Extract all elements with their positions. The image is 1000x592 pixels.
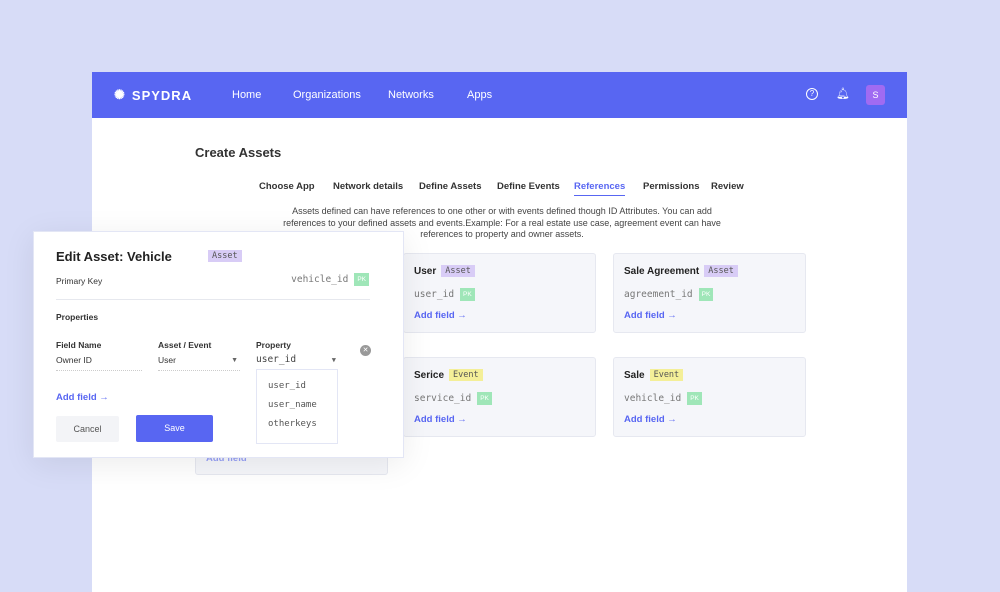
type-badge: Asset: [704, 265, 738, 277]
primary-key: service_id: [414, 393, 472, 404]
page-title: Create Assets: [195, 145, 282, 160]
option-user-name[interactable]: user_name: [257, 396, 337, 415]
edit-asset-modal: Edit Asset: Vehicle Asset Primary Key ve…: [33, 231, 404, 458]
nav-networks[interactable]: Networks: [388, 89, 434, 101]
add-field-link[interactable]: Add field →: [414, 414, 467, 425]
arrow-right-icon: →: [457, 310, 467, 321]
avatar[interactable]: S: [866, 85, 885, 105]
cancel-button[interactable]: Cancel: [56, 416, 119, 442]
card-sale-agreement: Sale Agreement Asset agreement_id PK Add f…: [613, 253, 806, 333]
add-field-link[interactable]: Add field →: [56, 392, 109, 403]
tab-choose-app[interactable]: Choose App: [259, 181, 315, 192]
caret-down-icon: ▼: [331, 356, 336, 364]
property-select[interactable]: user_id ▼: [256, 354, 338, 370]
card-name: Serice: [414, 369, 445, 381]
type-badge: Event: [449, 369, 483, 381]
primary-key: agreement_id: [624, 289, 693, 300]
logo[interactable]: ✺ SPYDRA: [114, 87, 192, 103]
primary-key: user_id: [414, 289, 455, 300]
card-serice: Serice Event service_id PK Add field →: [403, 357, 596, 437]
caret-down-icon: ▼: [231, 357, 238, 364]
arrow-right-icon: →: [667, 414, 677, 425]
primary-key: vehicle_id: [624, 393, 682, 404]
card-sale: Sale Event vehicle_id PK Add field →: [613, 357, 806, 437]
column-field-name: Field Name: [56, 340, 102, 350]
divider: [56, 299, 370, 300]
arrow-right-icon: →: [99, 392, 109, 403]
bell-icon[interactable]: 🔔︎: [836, 88, 850, 100]
primary-key: vehicle_id: [291, 274, 349, 285]
top-nav: ✺ SPYDRA Home Organizations Networks Apps…: [92, 72, 907, 118]
card-name: User: [414, 265, 437, 277]
pk-badge: PK: [354, 273, 369, 286]
option-user-id[interactable]: user_id: [257, 377, 337, 396]
card-user: User Asset user_id PK Add field →: [403, 253, 596, 333]
nav-apps[interactable]: Apps: [467, 89, 492, 101]
column-property: Property: [256, 340, 291, 350]
arrow-right-icon: →: [667, 310, 677, 321]
type-badge: Asset: [208, 250, 242, 262]
spider-logo-icon: ✺: [114, 87, 126, 102]
column-asset-event: Asset / Event: [158, 340, 212, 350]
pk-badge: PK: [687, 392, 702, 405]
add-field-link[interactable]: Add field →: [624, 414, 677, 425]
help-icon[interactable]: ?: [806, 88, 818, 100]
property-dropdown: user_id user_name otherkeys: [256, 369, 338, 444]
card-name: Sale Agreement: [624, 265, 700, 277]
tab-references[interactable]: References: [574, 181, 626, 196]
brand-name: SPYDRA: [131, 87, 193, 103]
nav-organizations[interactable]: Organizations: [293, 89, 361, 101]
tab-review[interactable]: Review: [711, 181, 744, 192]
modal-title: Edit Asset: Vehicle: [56, 249, 172, 264]
tab-define-events[interactable]: Define Events: [497, 181, 560, 192]
pk-badge: PK: [460, 288, 475, 301]
type-badge: Asset: [441, 265, 475, 277]
add-field-link[interactable]: Add field →: [414, 310, 467, 321]
pk-badge: PK: [698, 288, 714, 301]
properties-label: Properties: [56, 312, 99, 322]
nav-home[interactable]: Home: [232, 89, 261, 101]
add-field-link[interactable]: Add field →: [624, 310, 677, 321]
asset-event-select[interactable]: User ▼: [158, 355, 240, 371]
tab-permissions[interactable]: Permissions: [643, 181, 700, 192]
tab-define-assets[interactable]: Define Assets: [419, 181, 481, 192]
field-name-input[interactable]: Owner ID: [56, 355, 142, 371]
type-badge: Event: [649, 369, 684, 381]
arrow-right-icon: →: [457, 414, 467, 425]
tab-network-details[interactable]: Network details: [333, 181, 403, 192]
card-name: Sale: [624, 369, 645, 381]
pk-badge: PK: [477, 392, 492, 405]
option-otherkeys[interactable]: otherkeys: [257, 415, 337, 434]
save-button[interactable]: Save: [136, 415, 213, 442]
primary-key-label: Primary Key: [56, 276, 103, 286]
remove-field-icon[interactable]: ✕: [360, 345, 371, 356]
